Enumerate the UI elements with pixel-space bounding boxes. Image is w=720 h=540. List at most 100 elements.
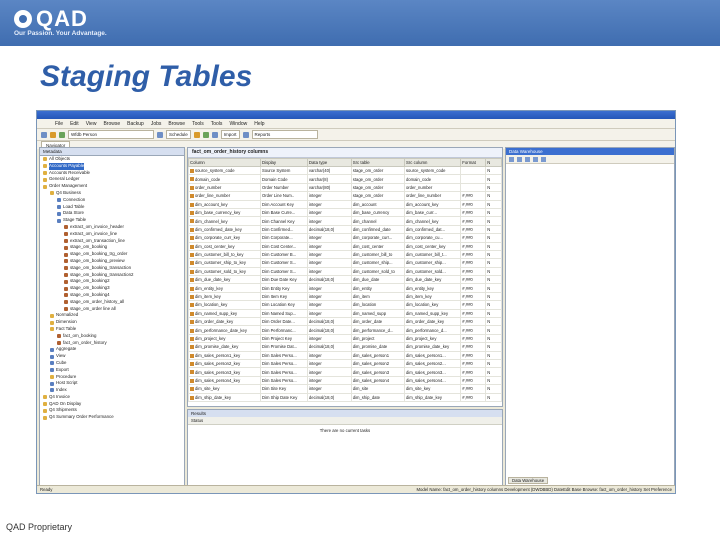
tree-item[interactable]: stage_om_order line all (40, 306, 184, 313)
table-row[interactable]: dim_site_key Dim Site Key integer dim_site d… (188, 384, 502, 394)
grid-column-header[interactable]: Data type (306, 158, 352, 167)
browse-icon[interactable] (211, 131, 218, 138)
schedule-button[interactable]: Schedule (166, 130, 191, 139)
grid-column-header[interactable]: Column (188, 158, 261, 167)
table-row[interactable]: domain_code Domain Code varchar(8) stage_om… (188, 174, 502, 184)
table-row[interactable]: dim_entity_key Dim Entity Key integer dim_e… (188, 283, 502, 293)
tree-item[interactable]: stage_om_booking_transaction2 (40, 272, 184, 279)
tab-data-warehouse[interactable]: Data Warehouse (508, 477, 549, 484)
build-icon[interactable] (202, 131, 209, 138)
table-row[interactable]: dim_customer_sold_to_key Dim Customer S..… (188, 266, 502, 277)
tree-item[interactable]: Export (40, 367, 184, 374)
menu-item[interactable]: Tools (211, 121, 223, 127)
tree-item[interactable]: Accounts Receivable (40, 170, 184, 177)
tree-item[interactable]: Stage Table (40, 217, 184, 224)
table-row[interactable]: dim_order_date_key Dim Order Date... decim… (188, 317, 502, 327)
tree-item[interactable]: All Objects (40, 156, 184, 163)
tree-item[interactable]: stage_om_booking_transaction (40, 265, 184, 272)
table-row[interactable]: dim_project_key Dim Project Key integer dim… (188, 333, 502, 344)
tree-item[interactable]: stage_om_order_history_all (40, 299, 184, 306)
tree-item[interactable]: Host Script (40, 380, 184, 387)
filter-icon[interactable] (517, 156, 522, 162)
properties-icon[interactable] (533, 156, 538, 162)
tree-item[interactable]: extract_om_transaction_line (40, 238, 184, 245)
tree-item[interactable]: Fact Table (40, 326, 184, 333)
tree-item[interactable]: Q4 Summary Order Performance (40, 414, 184, 421)
table-row[interactable]: dim_named_supp_key Dim Named Sup... intege… (188, 308, 502, 319)
table-row[interactable]: dim_account_key Dim Account Key integer dim… (188, 199, 502, 209)
tree-item[interactable]: Procedure (40, 374, 184, 381)
export-icon[interactable] (242, 131, 249, 138)
tree-item[interactable]: stage_om_booking2 (40, 278, 184, 285)
menu-item[interactable]: Jobs (151, 121, 162, 127)
new-icon[interactable] (41, 131, 47, 138)
tree-item[interactable]: fact_om_order_history (40, 340, 184, 347)
tree-item[interactable]: Connection (40, 197, 184, 204)
table-row[interactable]: dim_promise_date_key Dim Promise Dat... de… (188, 342, 502, 352)
tree-item[interactable]: Cube (40, 360, 184, 367)
menu-item[interactable]: Help (254, 121, 264, 127)
tree-item[interactable]: extract_om_invoice_header (40, 224, 184, 231)
tree-item[interactable]: Dimension (40, 319, 184, 326)
table-row[interactable]: dim_sales_person2_key Dim Sales Perso... i… (188, 358, 502, 369)
tree-item[interactable]: Q4 Shipments (40, 407, 184, 414)
tree-item[interactable]: Accounts Payable (40, 162, 184, 170)
table-row[interactable]: source_system_code Source System varchar(4… (188, 165, 502, 176)
table-row[interactable]: dim_location_key Dim Location Key integer d… (188, 300, 502, 310)
open-icon[interactable] (50, 131, 56, 138)
menu-item[interactable]: Browse (103, 121, 120, 127)
table-row[interactable]: dim_item_key Dim Item Key integer dim_item d… (188, 291, 502, 302)
import-button[interactable]: Import (220, 130, 240, 139)
table-row[interactable]: dim_confirmed_date_key Dim Confirmed... de… (188, 224, 502, 235)
table-row[interactable]: dim_due_date_key Dim Due Date Key decimal(… (188, 275, 502, 285)
table-row[interactable]: dim_customer_bill_to_key Dim Customer B..… (188, 249, 502, 260)
tree-item[interactable]: View (40, 353, 184, 360)
menu-item[interactable]: Browse (168, 121, 185, 127)
reports-select[interactable]: Reports (251, 130, 318, 139)
tree-item[interactable]: Q4 Invoice (40, 394, 184, 401)
table-row[interactable]: order_line_number Order Line Num.. integer… (188, 191, 502, 201)
tree-item[interactable]: fact_om_booking (40, 333, 184, 340)
grid-column-header[interactable]: N (485, 158, 502, 167)
tree-item[interactable]: QAD On Display (40, 401, 184, 408)
tree-item[interactable]: stage_om_booking (40, 244, 184, 251)
tree-item[interactable]: stage_om_booking3 (40, 285, 184, 292)
menu-item[interactable]: Backup (127, 121, 144, 127)
save-icon[interactable] (59, 131, 65, 138)
tree-item[interactable]: Order Management (40, 183, 184, 190)
table-row[interactable]: dim_customer_ship_to_key Dim Customer S..… (188, 258, 502, 268)
menu-item[interactable]: View (86, 121, 97, 127)
refresh-icon[interactable] (525, 156, 530, 162)
table-row[interactable]: dim_channel_key Dim Channel Key integer dim… (188, 216, 502, 226)
refresh-icon[interactable] (157, 131, 163, 138)
table-row[interactable]: dim_ship_date_key Dim Ship Date Key decima… (188, 392, 502, 402)
tree-item[interactable]: Aggregate (40, 346, 184, 353)
table-row[interactable]: dim_cost_center_key Dim Cost Center... int… (188, 241, 502, 251)
menu-item[interactable]: File (55, 121, 63, 127)
menu-item[interactable]: Edit (70, 121, 79, 127)
grid-column-header[interactable]: Src table (350, 158, 405, 167)
menu-item[interactable]: Tools (192, 121, 204, 127)
table-row[interactable]: dim_base_currency_key Dim Base Curre... in… (188, 207, 502, 218)
tree-item[interactable]: Normalized (40, 312, 184, 319)
tree-item[interactable]: General Ledger (40, 176, 184, 183)
table-row[interactable]: dim_performance_date_key Dim Performanc..… (188, 325, 502, 335)
grid-column-header[interactable]: Src column (403, 158, 462, 167)
table-row[interactable]: dim_sales_person3_key Dim Sales Perso... i… (188, 367, 502, 377)
table-row[interactable]: dim_sales_person4_key Dim Sales Perso... i… (188, 375, 502, 386)
tree-item[interactable]: stage_om_booking_preview (40, 258, 184, 265)
tree-item[interactable]: extract_om_invoice_line (40, 231, 184, 238)
table-row[interactable]: dim_sales_person1_key Dim Sales Perso... i… (188, 350, 502, 361)
tree-item[interactable]: stage_om_booking_trg_order (40, 251, 184, 258)
grid-column-header[interactable]: Display (259, 158, 308, 167)
tree-item[interactable]: Index (40, 387, 184, 394)
table-row[interactable]: dim_corporate_curr_key Dim Corporate... in… (188, 233, 502, 243)
schema-select[interactable]: Wfdb Person (68, 130, 154, 139)
tree-item[interactable]: Q4 Business (40, 190, 184, 197)
tree-item[interactable]: Data Store (40, 210, 184, 217)
connect-icon[interactable] (509, 156, 514, 162)
tree-item[interactable]: Load Table (40, 204, 184, 211)
tree-item[interactable]: stage_om_booking4 (40, 292, 184, 299)
run-icon[interactable] (193, 131, 200, 138)
menu-item[interactable]: Window (229, 121, 247, 127)
